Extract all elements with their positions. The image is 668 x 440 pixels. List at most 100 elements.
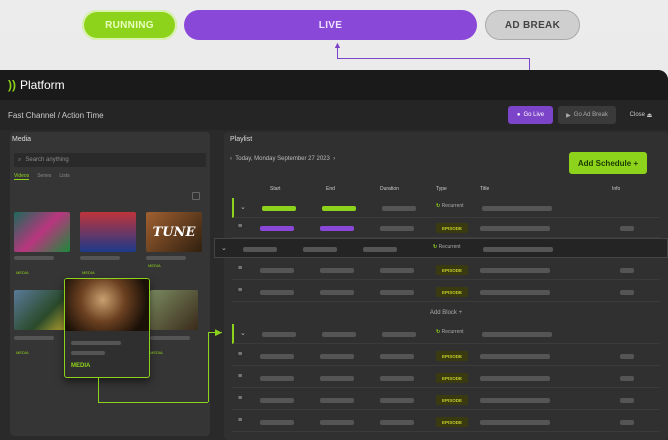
- playlist-panel: Playlist ‹ Today, Monday September 27 20…: [214, 132, 668, 440]
- logo-icon: )): [8, 78, 16, 92]
- live-connector-h: [337, 58, 529, 59]
- playlist-row[interactable]: ⌄ ↻ Recurrent: [232, 324, 660, 344]
- duration: [380, 354, 414, 359]
- app-topbar: )) Platform: [0, 70, 668, 100]
- media-thumb[interactable]: [150, 290, 198, 330]
- grid-view-icon[interactable]: [192, 192, 200, 200]
- title: [480, 420, 550, 425]
- go-ad-break-button[interactable]: ▶ Go Ad Break: [558, 106, 616, 124]
- card-meta: [146, 256, 186, 260]
- duration: [382, 206, 416, 211]
- duration: [380, 376, 414, 381]
- end-time: [320, 354, 354, 359]
- playlist-row[interactable]: ≡ EPISODE: [232, 282, 660, 302]
- info: [620, 420, 634, 425]
- card-meta: [150, 336, 190, 340]
- chevron-down-icon[interactable]: ⌄: [240, 203, 246, 211]
- drag-connector: [98, 402, 208, 403]
- duration: [382, 332, 416, 337]
- drag-connector: [208, 332, 209, 402]
- filter-videos[interactable]: Videos: [14, 173, 30, 180]
- playlist-row[interactable]: ≡ EPISODE: [232, 218, 660, 238]
- recurrent-text: Recurrent: [441, 203, 464, 209]
- media-thumb[interactable]: [14, 290, 70, 330]
- start-time: [260, 354, 294, 359]
- media-thumb[interactable]: [80, 212, 136, 252]
- col-start: Start: [270, 186, 281, 192]
- col-duration: Duration: [380, 186, 399, 192]
- duration: [380, 226, 414, 231]
- playlist-row[interactable]: ⌄ ↻ Recurrent: [232, 198, 660, 218]
- media-tag: MEDIA: [150, 350, 163, 355]
- date-label: Today, Monday September 27 2023: [235, 156, 330, 162]
- card-meta: [71, 351, 105, 355]
- search-input[interactable]: ⌕ Search anything: [14, 153, 206, 167]
- playlist-row-expanded[interactable]: ⌄ ↻ Recurrent: [214, 238, 668, 258]
- title: [480, 398, 550, 403]
- episode-badge: EPISODE: [436, 287, 468, 297]
- col-type: Type: [436, 186, 447, 192]
- end-time: [322, 206, 356, 211]
- title: [482, 206, 552, 211]
- end-time: [320, 398, 354, 403]
- end-time: [320, 376, 354, 381]
- col-info: Info: [612, 186, 621, 192]
- info: [620, 290, 634, 295]
- duration: [380, 290, 414, 295]
- microphone-thumb: [65, 279, 149, 331]
- close-button[interactable]: Close ⏏: [624, 106, 658, 124]
- media-tag: MEDIA: [16, 350, 29, 355]
- drag-handle-icon[interactable]: ≡: [238, 223, 242, 230]
- episode-badge: EPISODE: [436, 417, 468, 427]
- episode-badge: EPISODE: [436, 395, 468, 405]
- info: [620, 354, 634, 359]
- playlist-row[interactable]: ≡ EPISODE: [232, 390, 660, 410]
- media-tag: MEDIA: [148, 263, 161, 268]
- end-time: [320, 226, 354, 231]
- title: [480, 290, 550, 295]
- start-time: [243, 247, 277, 252]
- end-time: [320, 290, 354, 295]
- state-ad-break[interactable]: AD BREAK: [485, 10, 580, 40]
- card-meta: [71, 341, 121, 345]
- app-window: )) Platform Fast Channel / Action Time ●…: [0, 70, 668, 440]
- add-schedule-button[interactable]: Add Schedule +: [569, 152, 647, 174]
- recurrent-text: Recurrent: [441, 329, 464, 335]
- playlist-row[interactable]: ≡ EPISODE: [232, 346, 660, 366]
- start-time: [260, 268, 294, 273]
- go-live-button[interactable]: ● Go Live: [508, 106, 553, 124]
- media-thumb[interactable]: [14, 212, 70, 252]
- recurrent-label: ↻ Recurrent: [436, 329, 464, 335]
- card-meta: [80, 256, 120, 260]
- add-block-button[interactable]: Add Block +: [224, 310, 668, 316]
- playlist-row[interactable]: ≡ EPISODE: [232, 412, 660, 432]
- duration: [380, 398, 414, 403]
- chevron-down-icon[interactable]: ⌄: [221, 244, 227, 252]
- state-live[interactable]: LIVE: [184, 10, 477, 40]
- drag-handle-icon[interactable]: ≡: [238, 351, 242, 358]
- drag-handle-icon[interactable]: ≡: [238, 265, 242, 272]
- filter-series[interactable]: Series: [37, 173, 51, 180]
- drag-handle-icon[interactable]: ≡: [238, 395, 242, 402]
- filter-lists[interactable]: Lists: [59, 173, 69, 180]
- playlist-row[interactable]: ≡ EPISODE: [232, 260, 660, 280]
- drag-handle-icon[interactable]: ≡: [238, 417, 242, 424]
- chevron-down-icon[interactable]: ⌄: [240, 329, 246, 337]
- title: [482, 332, 552, 337]
- start-time: [260, 376, 294, 381]
- media-thumb[interactable]: TUNE: [146, 212, 202, 252]
- start-time: [262, 206, 296, 211]
- drag-handle-icon[interactable]: ≡: [238, 373, 242, 380]
- date-navigator[interactable]: ‹ Today, Monday September 27 2023 ›: [230, 156, 335, 162]
- dragged-media-card[interactable]: MEDIA: [64, 278, 150, 378]
- playlist-title: Playlist: [230, 136, 253, 143]
- start-time: [260, 290, 294, 295]
- state-running[interactable]: RUNNING: [82, 10, 177, 40]
- start-time: [260, 398, 294, 403]
- info: [620, 268, 634, 273]
- add-block-label: Add Block: [429, 310, 457, 316]
- drag-handle-icon[interactable]: ≡: [238, 287, 242, 294]
- start-time: [260, 226, 294, 231]
- playlist-row[interactable]: ≡ EPISODE: [232, 368, 660, 388]
- episode-badge: EPISODE: [436, 223, 468, 233]
